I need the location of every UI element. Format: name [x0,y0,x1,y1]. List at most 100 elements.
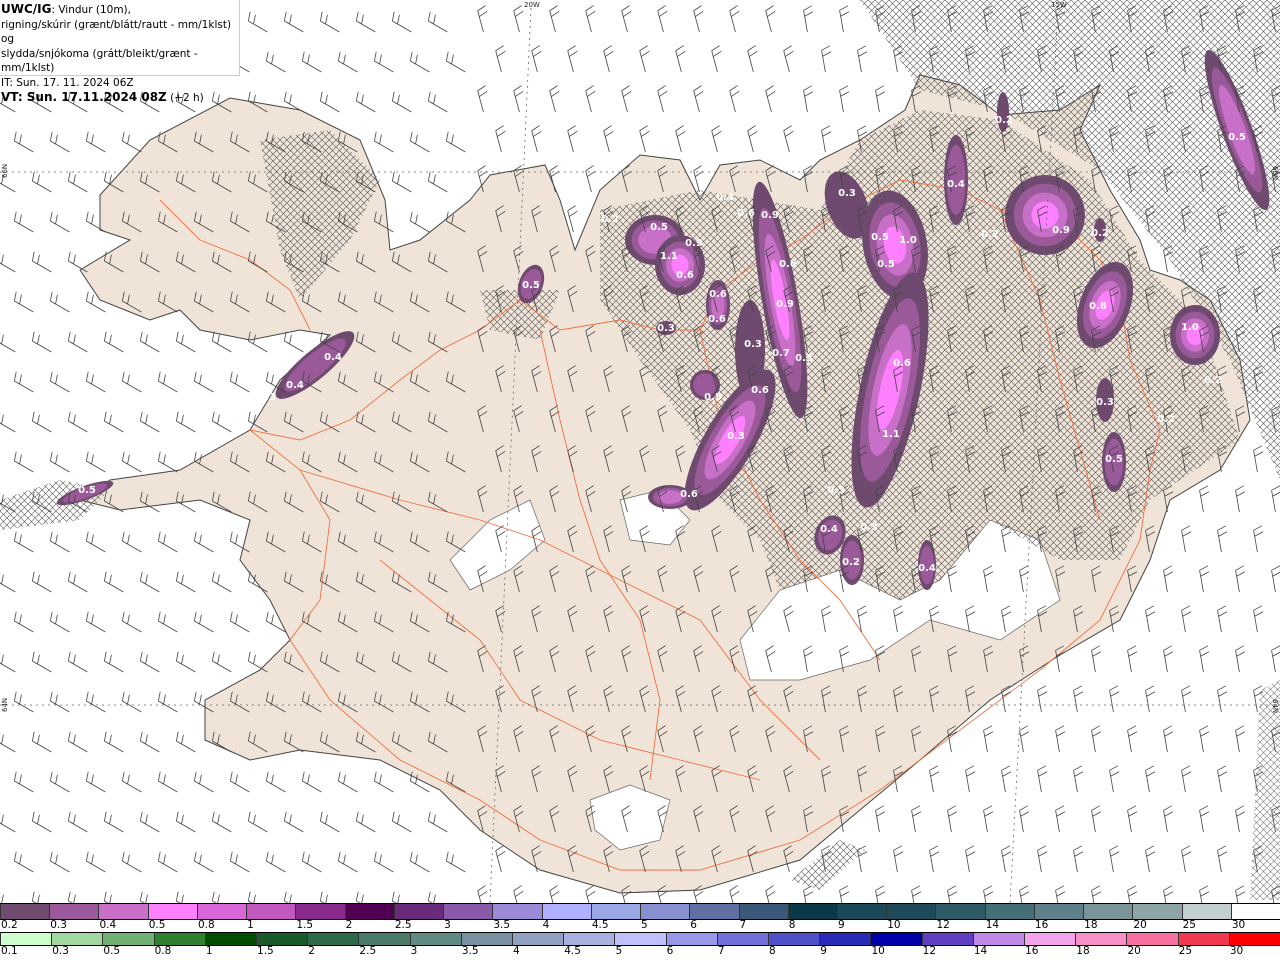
wind-barb [13,851,34,873]
wind-barb [693,85,704,113]
legend-label: 0.8 [154,945,172,957]
wind-barb [1199,485,1210,513]
legend-label: 20 [1127,945,1141,957]
legend-swatch [295,904,345,919]
wind-barb [1019,885,1030,903]
wind-barb [1127,805,1138,833]
wind-barb [157,771,178,793]
snow-legend-colorbar [0,903,1280,920]
wind-barb [929,765,940,793]
precip-value-label: 0.5 [1105,454,1123,465]
legend-label: 30 [1231,919,1246,931]
wind-barb [31,731,52,753]
wind-barb [1127,885,1138,903]
wind-barb [319,891,340,903]
wind-barb [67,891,88,903]
precip-value-label: 0.6 [680,489,698,500]
wind-barb [1109,845,1120,873]
legend-label: 16 [1034,919,1049,931]
precip-value-label: 0.5 [522,280,540,291]
wind-barb [0,251,16,273]
legend-label: 30 [1229,945,1244,957]
wind-barb [965,765,976,793]
wind-barb [301,851,322,873]
legend-label: 4 [513,945,520,957]
wind-barb [211,571,232,593]
legend-swatch [716,933,769,945]
legend-label: 0.5 [103,945,121,957]
legend-label: 1.5 [296,919,314,931]
wind-barb [49,371,70,393]
legend-swatch [1230,904,1280,919]
wind-barb [1181,765,1192,793]
precip-value-label: 0.2 [995,115,1013,126]
wind-barb [49,211,70,233]
precip-value-label: 1.0 [899,235,917,246]
legend-label: 6 [690,919,697,931]
title-line-3: slydda/snjókoma (grátt/bleikt/grænt - mm… [1,47,198,75]
wind-barb [319,811,340,833]
precip-value-label: 0.6 [779,259,797,270]
wind-barb [13,531,34,553]
precip-value-label: 0.5 [871,232,889,243]
wind-barb [1037,845,1048,873]
wind-barb [103,331,124,353]
precip-value-label: 0.3 [860,522,878,533]
legend-swatch [768,933,820,945]
wind-barb [0,411,16,433]
precip-value-label: 0.6 [708,314,726,325]
wind-barb [1001,685,1012,713]
legend-label: 16 [1025,945,1039,957]
wind-barb [229,851,250,873]
legend-label: 25 [1182,919,1196,931]
wind-barb [373,131,394,153]
wind-barb [31,251,52,273]
wind-barb [49,451,70,473]
wind-barb [729,885,740,903]
wind-barb [247,891,268,903]
wind-barb [139,811,160,833]
wind-barb [13,291,34,313]
wind-barb [875,805,886,833]
precip-value-label: 0.2 [1204,375,1222,386]
wind-barb [49,131,70,153]
precip-value-label: 0.3 [838,188,856,199]
legend-swatch [640,904,690,919]
wind-barb [549,885,560,903]
legend-swatch [563,933,615,945]
legend-label: 1 [247,919,254,931]
wind-barb [0,331,16,353]
wind-barb [893,845,904,873]
wind-barb [783,45,794,73]
wind-barb [409,51,430,73]
legend-label: 0.1 [1,945,18,957]
legend-label: 18 [1084,919,1098,931]
wind-barb [1235,645,1246,673]
wind-barb [1199,645,1210,673]
lat-label-64n-right: 64N [1271,699,1279,713]
legend-swatch [590,904,641,919]
wind-barb [1127,725,1138,753]
wind-barb [427,91,448,113]
wind-barb [49,851,70,873]
legend-label: 6 [666,945,674,957]
wind-barb [1253,605,1264,633]
wind-barb [13,691,34,713]
wind-barb [983,885,994,903]
precip-value-label: 0.3 [657,323,675,334]
wind-barb [495,45,506,73]
wind-barb [373,851,394,873]
wind-barb [495,125,506,153]
wind-barb [13,371,34,393]
wind-barb [67,731,88,753]
legend-swatch [443,904,493,919]
legend-label: 0.3 [52,945,69,957]
wind-barb [1145,845,1156,873]
legend-swatch [0,933,52,945]
wind-barb [1181,685,1192,713]
wind-barb [13,771,34,793]
wind-barb [531,45,542,73]
wind-barb [391,11,412,33]
wind-barb [1253,445,1264,473]
wind-barb [1001,765,1012,793]
